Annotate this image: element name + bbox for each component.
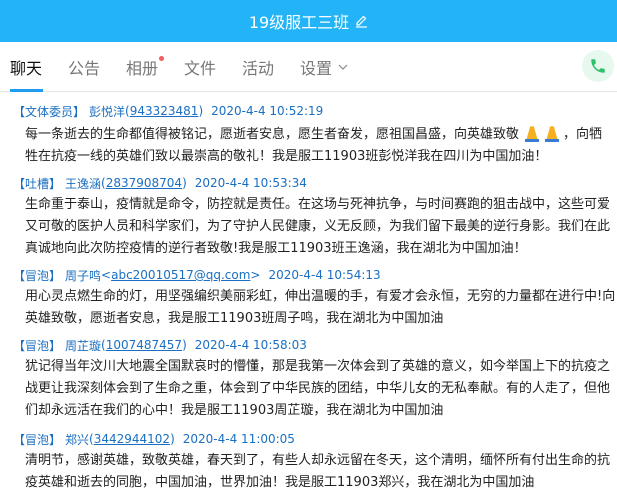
tab-label: 相册 <box>126 58 159 78</box>
sender-qq[interactable]: 943323481 <box>130 104 199 118</box>
message-time: 2020-4-4 10:52:19 <box>211 104 324 118</box>
voice-call-button[interactable] <box>582 50 614 82</box>
member-badge: 【文体委员】 <box>13 104 86 119</box>
message-text: 每一条逝去的生命都值得被铭记，愿逝者安息，愿生者奋发，愿祖国昌盛，向英雄致敬 <box>25 127 520 142</box>
message-text: 真诚地向此次防控疫情的逆行者致敬!我是服工11903班王逸涵，我在湖北为中国加油… <box>25 241 527 256</box>
message-text: 疫英雄和逝去的同胞，中国加油，世界加油！我是服工11903郑兴，我在湖北为中国加… <box>25 475 535 490</box>
sender-name[interactable]: 周芷璇 <box>65 337 101 354</box>
group-title: 19级服工三班 <box>248 13 350 32</box>
message-text: 用心灵点燃生命的灯，用坚强编织美丽彩虹，伸出温暖的手，有爱才会永恒，无穷的力量都… <box>25 289 616 304</box>
sender-name[interactable]: 王逸涵 <box>65 175 101 192</box>
sender-name[interactable]: 郑兴 <box>65 431 89 448</box>
message-header: 【冒泡】 周芷璇(1007487457) 2020-4-4 10:58:03 <box>13 337 307 354</box>
message-time: 2020-4-4 10:53:34 <box>194 176 307 190</box>
group-title-bar: 19级服工三班 <box>0 0 617 42</box>
tab-activity[interactable]: 活动 <box>242 42 274 92</box>
message-text: 犹记得当年汶川大地震全国默哀时的懵懂，那是我第一次体会到了英雄的意义，如今举国上… <box>25 359 611 374</box>
member-badge: 【冒泡】 <box>13 268 62 283</box>
message-text: 英雄致敬，愿逝者安息，我是服工11903班周子鸣，我在湖北为中国加油 <box>25 311 444 326</box>
message-text: 们却永远活在我们的心中！我是服工11903周芷璇，我在湖北为中国加油 <box>25 403 444 418</box>
tab-announcement[interactable]: 公告 <box>68 42 100 92</box>
message-header: 【文体委员】 彭悦洋(943323481) 2020-4-4 10:52:19 <box>13 103 324 120</box>
folded-hands-icon <box>521 124 561 142</box>
message-time: 2020-4-4 10:58:03 <box>194 338 307 352</box>
tab-files[interactable]: 文件 <box>184 42 216 92</box>
tab-label: 公告 <box>68 58 101 78</box>
chevron-down-icon <box>338 64 348 70</box>
phone-icon <box>589 57 607 75</box>
edit-icon[interactable] <box>355 15 368 28</box>
tab-label: 聊天 <box>10 58 43 78</box>
member-badge: 【冒泡】 <box>13 338 62 353</box>
tab-album[interactable]: 相册 <box>126 42 165 92</box>
message-text: 生命重于泰山，疫情就是命令，防控就是责任。在这场与死神抗争，与时间赛跑的狙击战中… <box>25 197 611 212</box>
tab-settings[interactable]: 设置 <box>300 42 348 92</box>
sender-email[interactable]: abc20010517@qq.com <box>111 268 250 282</box>
notification-dot <box>159 55 165 61</box>
message-header: 【吐槽】 王逸涵(2837908704) 2020-4-4 10:53:34 <box>13 175 307 192</box>
tab-chat[interactable]: 聊天 <box>10 42 43 92</box>
message-body: 每一条逝去的生命都值得被铭记，愿逝者安息，愿生者奋发，愿祖国昌盛，向英雄致敬 ，… <box>25 124 615 168</box>
sender-qq[interactable]: 2837908704 <box>106 176 182 190</box>
message-text: 清明节，感谢英雄，致敬英雄，春天到了，有些人却永远留在冬天，这个清明，缅怀所有付… <box>25 453 611 468</box>
message-body: 用心灵点燃生命的灯，用坚强编织美丽彩虹，伸出温暖的手，有爱才会永恒，无穷的力量都… <box>25 286 615 330</box>
member-badge: 【吐槽】 <box>13 176 62 191</box>
message-body: 生命重于泰山，疫情就是命令，防控就是责任。在这场与死神抗争，与时间赛跑的狙击战中… <box>25 194 615 260</box>
sender-name[interactable]: 彭悦洋 <box>89 103 125 120</box>
message-body: 清明节，感谢英雄，致敬英雄，春天到了，有些人却永远留在冬天，这个清明，缅怀所有付… <box>25 450 615 494</box>
message-time: 2020-4-4 10:54:13 <box>268 268 381 282</box>
tab-bar: 聊天 公告 相册 文件 活动 设置 <box>0 42 617 92</box>
message-header: 【冒泡】 郑兴(3442944102) 2020-4-4 11:00:05 <box>13 431 295 448</box>
message-text: 战更让我深刻体会到了生命之重，体会到了中华民族的团结，中华儿女的无私奉献。有的人… <box>25 381 611 396</box>
sender-qq[interactable]: 1007487457 <box>106 338 182 352</box>
member-badge: 【冒泡】 <box>13 432 62 447</box>
message-text: 牲在抗疫一线的英雄们致以最崇高的敬礼！我是服工11903班彭悦洋我在四川为中国加… <box>25 149 548 164</box>
message-text: 又可敬的医护人员和科学家们，为了守护人民健康，义无反顾，为我们留下最美的逆行身影… <box>25 219 611 234</box>
message-text: ，向牺 <box>563 127 603 142</box>
message-header: 【冒泡】 周子鸣 < abc20010517@qq.com > 2020-4-4 10… <box>13 267 381 284</box>
tab-label: 活动 <box>242 58 275 78</box>
tab-label: 设置 <box>300 58 333 78</box>
message-time: 2020-4-4 11:00:05 <box>182 432 295 446</box>
chat-log[interactable]: 【文体委员】 彭悦洋(943323481) 2020-4-4 10:52:19 … <box>0 92 617 504</box>
sender-qq[interactable]: 3442944102 <box>94 432 170 446</box>
tab-label: 文件 <box>184 58 217 78</box>
sender-name[interactable]: 周子鸣 <box>65 267 101 284</box>
message-body: 犹记得当年汶川大地震全国默哀时的懵懂，那是我第一次体会到了英雄的意义，如今举国上… <box>25 356 615 422</box>
